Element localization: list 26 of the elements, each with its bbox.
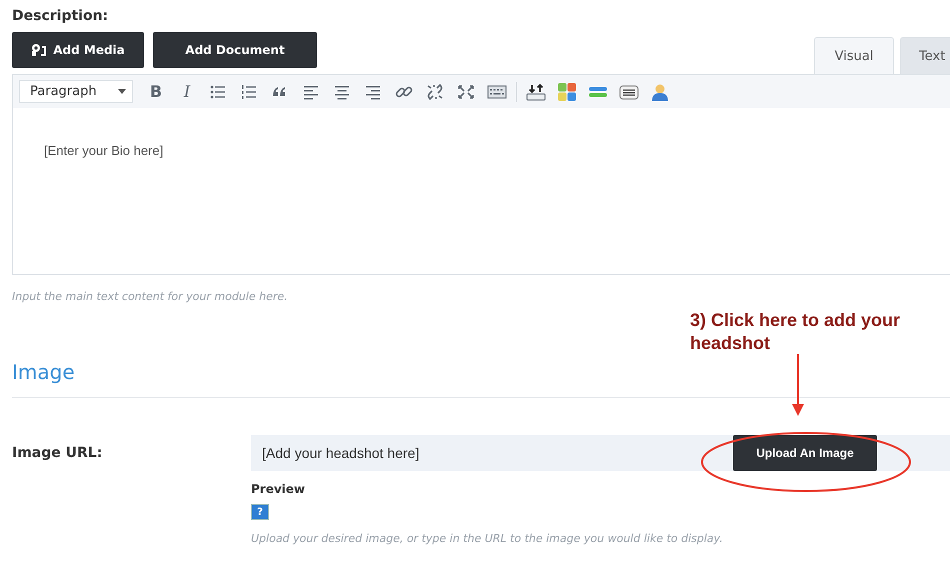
bio-text: [Enter your Bio here] (44, 143, 164, 158)
caret-icon (118, 89, 126, 94)
format-select[interactable]: Paragraph (19, 80, 133, 103)
upload-image-button[interactable]: Upload An Image (733, 435, 877, 471)
media-icon (31, 43, 48, 57)
add-media-button[interactable]: Add Media (12, 32, 144, 68)
image-url-label: Image URL: (12, 445, 104, 461)
tiles-icon (557, 82, 577, 102)
tiles-button[interactable] (555, 80, 579, 102)
unlink-icon (425, 82, 445, 102)
editor-hint: Input the main text content for your module here. (12, 290, 289, 303)
preview-label: Preview (251, 482, 306, 496)
transfer-icon (526, 82, 546, 102)
annotation-text: 3) Click here to add your headshot (690, 309, 902, 355)
editor-tab[interactable]: Visual (814, 37, 894, 74)
broken-image-icon: ? (251, 504, 269, 520)
image-heading: Image (12, 360, 76, 384)
description-label: Description: (12, 8, 110, 24)
person-icon (650, 82, 670, 102)
editor-tab[interactable]: Text (900, 37, 950, 74)
arrow-drawing (791, 354, 805, 416)
bold-button[interactable]: B (144, 80, 168, 102)
image-url-field[interactable]: [Add your headshot here] Upload An Image (251, 435, 950, 471)
italic-button[interactable]: I (175, 80, 199, 102)
image-hint: Upload your desired image, or type in the URL to the image you would like to display. (251, 532, 724, 545)
add-document-button[interactable]: Add Document (153, 32, 317, 68)
